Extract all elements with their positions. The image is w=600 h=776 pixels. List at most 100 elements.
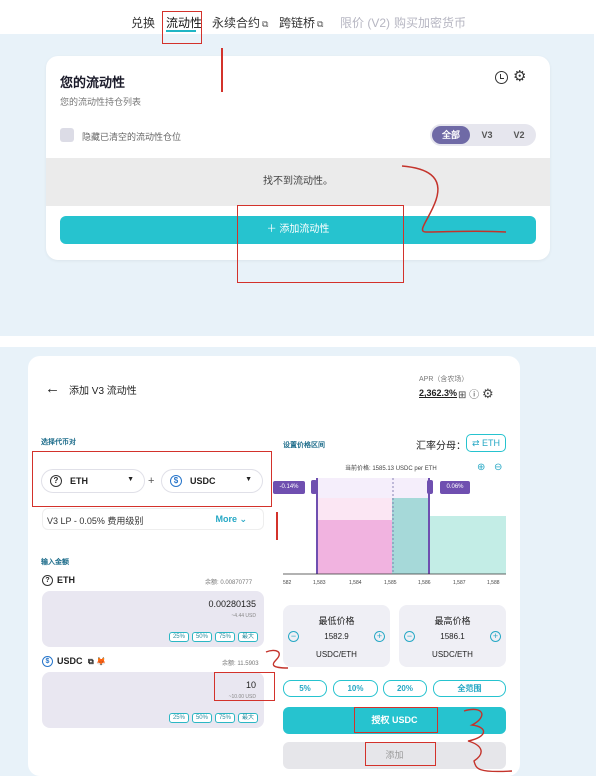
max-price-increase-button[interactable]: + xyxy=(490,631,501,642)
usdc-75-button[interactable]: 75% xyxy=(214,713,235,723)
eth-amount-input[interactable]: 0.00280135 ~4.44 USD 25% 50% 75% 最大 xyxy=(42,591,264,647)
version-filter: 全部 V3 V2 xyxy=(430,124,536,146)
liquidity-bar xyxy=(317,520,392,574)
zoom-in-icon[interactable]: ⊕ xyxy=(477,462,485,473)
copy-icon[interactable]: ⧉ xyxy=(88,657,94,666)
gear-icon[interactable]: ⚙ xyxy=(482,386,494,401)
nav-swap[interactable]: 兑换 xyxy=(131,14,155,31)
min-price-title: 最低价格 xyxy=(318,616,355,626)
preset-10-button[interactable]: 10% xyxy=(333,680,378,697)
eth-50-button[interactable]: 50% xyxy=(191,632,212,642)
usdc-percent-buttons: 25% 50% 75% 最大 xyxy=(166,706,258,724)
min-price-box: 最低价格 − 1582.9 + USDC/ETH xyxy=(283,605,390,667)
eth-icon: ? xyxy=(42,575,53,587)
max-price-unit: USDC/ETH xyxy=(432,650,473,659)
external-link-icon: ⧉ xyxy=(317,19,324,29)
axis-tick: 1,587 xyxy=(453,580,466,586)
nav-limit[interactable]: 限价 (V2) xyxy=(340,14,390,31)
zoom-out-icon[interactable]: ⊖ xyxy=(494,462,502,473)
max-price-title: 最高价格 xyxy=(434,616,471,626)
preset-5-button[interactable]: 5% xyxy=(283,680,327,697)
apr-tools: ⊞ ⓘ ⚙ xyxy=(458,386,494,402)
max-price-handle[interactable] xyxy=(427,480,433,494)
nav-perpetual-label: 永续合约 xyxy=(212,16,261,30)
preset-20-button[interactable]: 20% xyxy=(383,680,427,697)
fee-tier-selector[interactable]: V3 LP - 0.05% 费用级别 More ⌄ xyxy=(42,508,264,530)
max-range-percent: 0.06% xyxy=(440,481,470,494)
usdc-max-button[interactable]: 最大 xyxy=(237,713,258,723)
annotation-scribble xyxy=(401,165,507,233)
annotation-box-nav xyxy=(162,11,202,44)
calculator-icon[interactable]: ⊞ xyxy=(458,390,466,401)
hide-closed-label: 隐藏已清空的流动性仓位 xyxy=(82,132,182,142)
eth-percent-buttons: 25% 50% 75% 最大 xyxy=(166,625,258,643)
usdc-icon: $ xyxy=(42,656,53,668)
current-price: 当前价格: 1585.13 USDC per ETH xyxy=(345,466,437,472)
top-navigation: 兑换 流动性 永续合约 ⧉ 跨链桥 ⧉ 限价 (V2) 购买加密货币 xyxy=(0,0,600,34)
help-icon[interactable]: ⓘ xyxy=(469,390,479,401)
metamask-icon[interactable]: 🦊 xyxy=(96,657,106,666)
liquidity-bar xyxy=(429,516,506,574)
apr-value[interactable]: 2,362.3% xyxy=(419,388,457,398)
filter-v3[interactable]: V3 xyxy=(472,126,502,144)
liquidity-title: 您的流动性 xyxy=(60,75,126,90)
back-arrow-icon[interactable]: ← xyxy=(45,380,60,397)
annotation-box-add xyxy=(365,742,436,766)
liquidity-bar xyxy=(392,498,428,574)
eth-25-button[interactable]: 25% xyxy=(168,632,189,642)
usdc-symbol: USDC xyxy=(57,656,83,666)
usdc-50-button[interactable]: 50% xyxy=(191,713,212,723)
min-price-unit: USDC/ETH xyxy=(316,650,357,659)
add-v3-title: 添加 V3 流动性 xyxy=(69,386,137,397)
axis-tick: 1,583 xyxy=(313,580,326,586)
liquidity-bar xyxy=(317,498,392,520)
usdc-balance: 余额: 11.5903 xyxy=(222,661,259,667)
eth-max-button[interactable]: 最大 xyxy=(237,632,258,642)
nav-bridge[interactable]: 跨链桥 ⧉ xyxy=(279,14,323,31)
price-range-label: 设置价格区间 xyxy=(283,442,325,449)
usdc-token-label: $ USDC ⧉ 🦊 xyxy=(42,656,106,668)
annotation-box-usdc-amount xyxy=(214,672,275,701)
select-tokens-label: 选择代币对 xyxy=(41,439,76,446)
min-range-percent: -0.14% xyxy=(273,481,305,494)
liquidity-subtitle: 您的流动性持仓列表 xyxy=(60,97,142,107)
switch-denominator-button[interactable]: ⇄ ETH xyxy=(466,434,506,452)
rate-denominator-label: 汇率分母： xyxy=(416,441,466,452)
axis-tick: 1,584 xyxy=(349,580,362,586)
min-price-handle[interactable] xyxy=(311,480,317,494)
eth-amount-value: 0.00280135 xyxy=(208,599,256,609)
eth-usd-value: ~4.44 USD xyxy=(231,613,256,619)
deposit-amount-label: 输入金额 xyxy=(41,559,69,566)
gear-icon[interactable]: ⚙ xyxy=(513,69,526,84)
usdc-25-button[interactable]: 25% xyxy=(168,713,189,723)
external-link-icon: ⧉ xyxy=(262,19,269,29)
filter-all[interactable]: 全部 xyxy=(432,126,470,144)
eth-symbol: ETH xyxy=(57,575,75,585)
annotation-scribble xyxy=(265,649,289,669)
min-price-increase-button[interactable]: + xyxy=(374,631,385,642)
annotation-box-token-pair xyxy=(32,451,272,507)
annotation-box-add-liquidity xyxy=(237,205,404,283)
annotation-line xyxy=(276,512,278,540)
eth-75-button[interactable]: 75% xyxy=(214,632,235,642)
axis-tick: 1,588 xyxy=(487,580,500,586)
annotation-line xyxy=(221,48,223,92)
hide-closed-checkbox[interactable] xyxy=(60,128,74,142)
eth-token-label: ? ETH xyxy=(42,575,75,587)
fee-tier-text: V3 LP - 0.05% 费用级别 xyxy=(47,516,144,526)
history-icon[interactable] xyxy=(495,71,508,84)
apr-label: APR（含农场） xyxy=(419,376,469,383)
max-price-box: 最高价格 − 1586.1 + USDC/ETH xyxy=(399,605,506,667)
nav-perpetual[interactable]: 永续合约 ⧉ xyxy=(212,14,268,31)
filter-v2[interactable]: V2 xyxy=(504,126,534,144)
preset-full-range-button[interactable]: 全范围 xyxy=(433,680,506,697)
nav-bridge-label: 跨链桥 xyxy=(279,16,316,30)
axis-tick: 1,586 xyxy=(418,580,431,586)
fee-more-button[interactable]: More ⌄ xyxy=(215,514,247,525)
annotation-box-approve xyxy=(354,707,438,733)
nav-buy-crypto[interactable]: 购买加密货币 xyxy=(394,14,466,31)
annotation-scribble xyxy=(463,708,513,773)
eth-balance: 余额: 0.00870777 xyxy=(205,580,253,586)
axis-tick: 582 xyxy=(283,580,292,586)
axis-tick: 1,585 xyxy=(384,580,397,586)
